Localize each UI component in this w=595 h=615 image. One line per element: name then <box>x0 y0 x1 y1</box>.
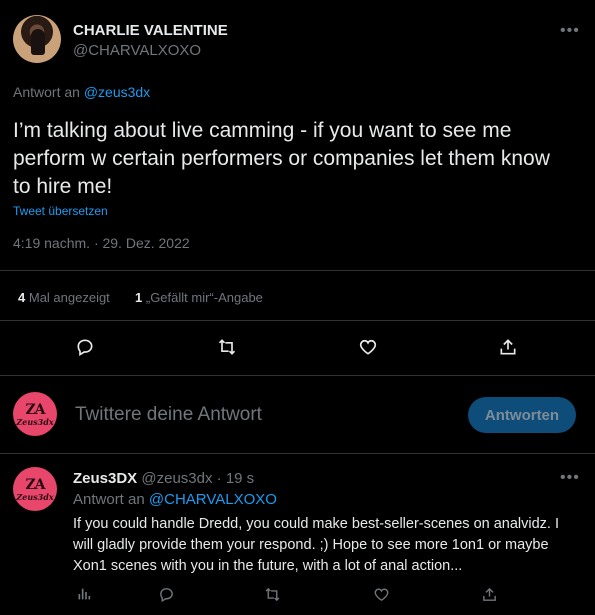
reply-prefix: Antwort an <box>13 84 80 100</box>
author-avatar[interactable] <box>13 15 61 63</box>
reply-time[interactable]: 19 s <box>226 470 254 487</box>
avatar-word: Zeus3dx <box>16 416 54 427</box>
views-count: 4 <box>18 290 26 305</box>
author-display-name[interactable]: CHARLIE VALENTINE <box>73 22 228 39</box>
avatar-mark: ZA <box>25 401 45 418</box>
views-stat[interactable]: 4 Mal angezeigt <box>18 290 110 305</box>
translate-link[interactable]: Tweet übersetzen <box>13 204 108 218</box>
author-handle[interactable]: @CHARVALXOXO <box>73 42 201 59</box>
divider <box>0 320 595 321</box>
reply-to-link[interactable]: @CHARVALXOXO <box>149 491 277 508</box>
share-icon[interactable] <box>497 336 519 358</box>
retweet-icon[interactable] <box>216 336 238 358</box>
like-icon[interactable] <box>357 336 379 358</box>
composer-avatar[interactable]: ZA Zeus3dx <box>13 392 57 436</box>
avatar-word: Zeus3dx <box>16 491 54 502</box>
reply-submit-button[interactable]: Antworten <box>468 397 576 433</box>
like-icon[interactable] <box>372 585 390 603</box>
likes-count: 1 <box>135 290 143 305</box>
retweet-icon[interactable] <box>262 585 282 603</box>
reply-display-name[interactable]: Zeus3DX <box>73 470 137 487</box>
tweet-timestamp[interactable]: 4:19 nachm. · 29. Dez. 2022 <box>13 235 190 251</box>
likes-label: „Gefällt mir“-Angabe <box>145 290 263 305</box>
views-label: Mal angezeigt <box>28 290 110 305</box>
reply-icon[interactable] <box>157 585 175 603</box>
divider <box>0 453 595 454</box>
reply-input[interactable]: Twittere deine Antwort <box>75 404 262 426</box>
ellipsis-icon[interactable]: ••• <box>560 469 580 487</box>
reply-to-link[interactable]: @zeus3dx <box>84 84 150 100</box>
tweet-text: I’m talking about live camming - if you … <box>13 119 550 198</box>
avatar-mark: ZA <box>25 476 45 493</box>
reply-header: Zeus3DX @zeus3dx · 19 s <box>73 470 255 487</box>
reply-author-avatar[interactable]: ZA Zeus3dx <box>13 467 57 511</box>
reply-icon[interactable] <box>74 336 96 358</box>
reply-prefix: Antwort an <box>73 491 145 508</box>
analytics-icon[interactable] <box>75 585 93 603</box>
reply-context: Antwort an @CHARVALXOXO <box>73 491 277 508</box>
likes-stat[interactable]: 1 „Gefällt mir“-Angabe <box>135 290 263 305</box>
share-icon[interactable] <box>480 585 498 603</box>
reply-handle[interactable]: @zeus3dx <box>141 470 212 487</box>
divider <box>0 375 595 376</box>
reply-context: Antwort an @zeus3dx <box>13 84 150 100</box>
divider <box>0 270 595 271</box>
reply-text: If you could handle Dredd, you could mak… <box>73 516 560 574</box>
ellipsis-icon[interactable]: ••• <box>560 22 580 40</box>
